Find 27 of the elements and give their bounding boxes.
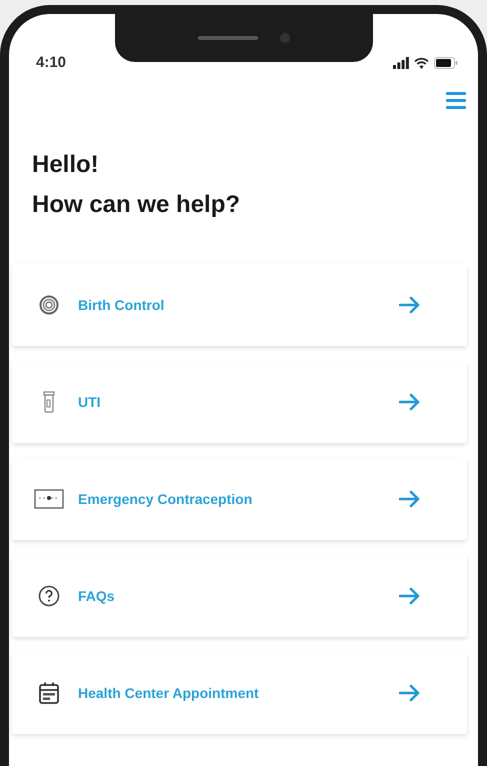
arrow-right-icon xyxy=(399,684,421,702)
arrow-right-icon xyxy=(399,296,421,314)
card-label: UTI xyxy=(78,392,102,412)
card-label: Birth Control xyxy=(78,296,166,314)
card-label: Emergency Contraception xyxy=(78,490,254,509)
greeting-subtitle: How can we help? xyxy=(32,190,240,220)
arrow-right-icon xyxy=(399,587,421,605)
calendar-icon xyxy=(38,681,60,705)
arrow-right-icon xyxy=(399,490,421,508)
vial-icon xyxy=(42,391,56,413)
menu-icon[interactable] xyxy=(446,92,466,109)
arrow-right-icon xyxy=(399,393,421,411)
ring-icon xyxy=(39,295,59,315)
service-card[interactable]: Birth Control xyxy=(12,264,467,346)
card-label: FAQs xyxy=(78,586,116,606)
pill-card-icon xyxy=(34,488,64,510)
service-card[interactable]: FAQs xyxy=(12,555,467,637)
question-icon xyxy=(38,585,60,607)
card-label: Health Center Appointment xyxy=(78,684,260,703)
status-time: 4:10 xyxy=(36,52,66,73)
battery-icon xyxy=(434,57,458,69)
service-card[interactable]: Emergency Contraception xyxy=(12,458,467,540)
signal-icon xyxy=(393,57,409,69)
greeting-title: Hello! xyxy=(32,150,99,180)
service-card[interactable]: Health Center Appointment xyxy=(12,652,467,734)
wifi-icon xyxy=(414,57,429,69)
service-card[interactable]: UTI xyxy=(12,361,467,443)
